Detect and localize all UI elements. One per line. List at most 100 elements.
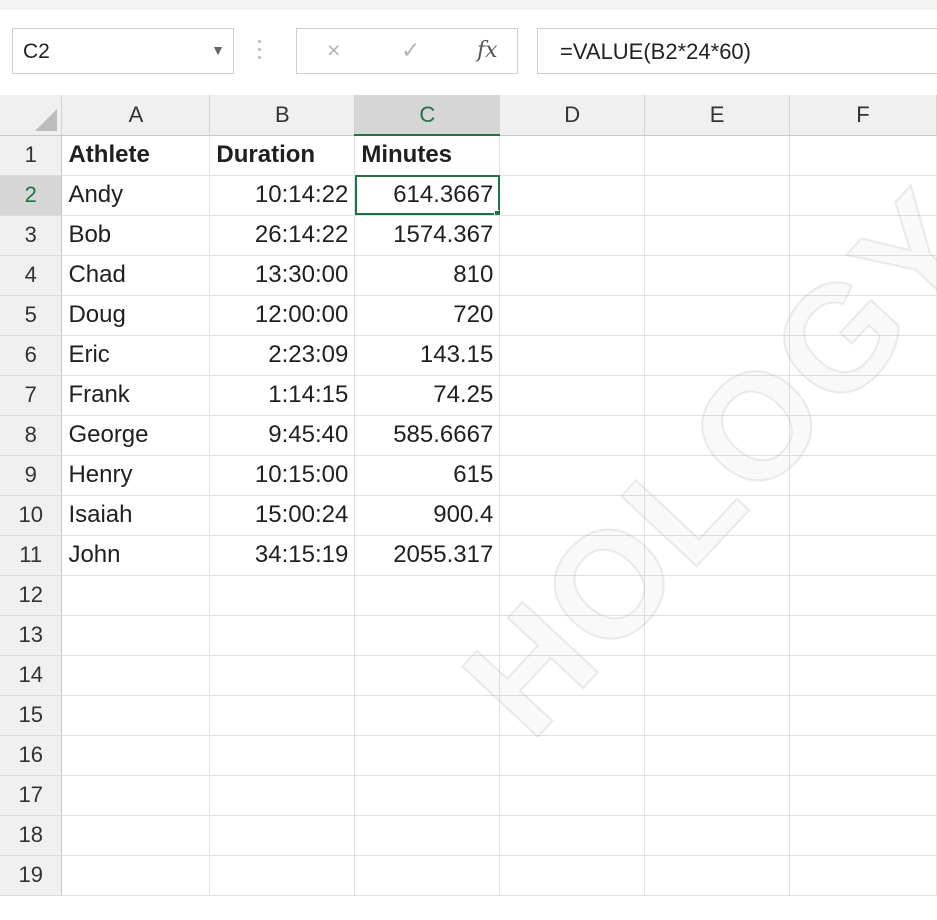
row-header[interactable]: 13 — [0, 615, 63, 656]
cell-a[interactable]: Frank — [61, 375, 211, 416]
cell-d[interactable] — [499, 775, 646, 816]
cell-d[interactable] — [499, 615, 646, 656]
cell-a[interactable] — [61, 615, 211, 656]
enter-icon[interactable]: ✓ — [401, 37, 420, 64]
cell-a[interactable] — [61, 695, 211, 736]
insert-function-icon[interactable]: fx — [477, 38, 498, 63]
cell-d[interactable] — [499, 255, 646, 296]
row-header[interactable]: 3 — [0, 215, 63, 256]
row-header[interactable]: 1 — [0, 135, 63, 176]
cell-b[interactable]: 9:45:40 — [209, 415, 356, 456]
row-header[interactable]: 9 — [0, 455, 63, 496]
cell-c[interactable]: 74.25 — [354, 375, 501, 416]
cell-f[interactable] — [789, 695, 937, 736]
cell-f[interactable] — [789, 655, 937, 696]
cell-a[interactable] — [61, 735, 211, 776]
cell-d[interactable] — [499, 495, 646, 536]
cell-b[interactable]: 26:14:22 — [209, 215, 356, 256]
cell-e[interactable] — [644, 295, 791, 336]
row-header[interactable]: 11 — [0, 535, 63, 576]
cell-d[interactable] — [499, 415, 646, 456]
formula-input[interactable]: =VALUE(B2*24*60) — [537, 28, 937, 74]
cell-d[interactable] — [499, 175, 646, 216]
column-header-f[interactable]: F — [789, 95, 937, 136]
row-header[interactable]: 14 — [0, 655, 63, 696]
cell-e[interactable] — [644, 215, 791, 256]
cell-e[interactable] — [644, 695, 791, 736]
cell-c[interactable]: 900.4 — [354, 495, 501, 536]
cell-d[interactable] — [499, 855, 646, 896]
cell-a[interactable] — [61, 575, 211, 616]
cell-f[interactable] — [789, 375, 937, 416]
select-all-button[interactable] — [0, 95, 63, 136]
cell-f[interactable] — [789, 535, 937, 576]
cell-f[interactable] — [789, 575, 937, 616]
cell-b[interactable] — [209, 575, 356, 616]
cell-f[interactable] — [789, 215, 937, 256]
row-header[interactable]: 4 — [0, 255, 63, 296]
cell-e[interactable] — [644, 535, 791, 576]
cell-a[interactable]: George — [61, 415, 211, 456]
cell-b[interactable] — [209, 655, 356, 696]
row-header[interactable]: 17 — [0, 775, 63, 816]
cell-f[interactable] — [789, 295, 937, 336]
cell-d[interactable] — [499, 655, 646, 696]
cell-c[interactable] — [354, 775, 501, 816]
cell-c[interactable]: 1574.367 — [354, 215, 501, 256]
row-header[interactable]: 15 — [0, 695, 63, 736]
cell-f[interactable] — [789, 175, 937, 216]
cell-c[interactable]: 585.6667 — [354, 415, 501, 456]
cell-d[interactable] — [499, 335, 646, 376]
row-header[interactable]: 10 — [0, 495, 63, 536]
cancel-icon[interactable]: × — [327, 37, 340, 64]
cell-a[interactable]: Chad — [61, 255, 211, 296]
cell-b[interactable]: 15:00:24 — [209, 495, 356, 536]
cell-e[interactable] — [644, 735, 791, 776]
cell-f[interactable] — [789, 855, 937, 896]
column-header-a[interactable]: A — [61, 95, 211, 136]
row-header[interactable]: 16 — [0, 735, 63, 776]
cell-b[interactable] — [209, 775, 356, 816]
cell-d[interactable] — [499, 815, 646, 856]
cell-a[interactable]: Bob — [61, 215, 211, 256]
cell-f[interactable] — [789, 455, 937, 496]
fill-handle[interactable] — [494, 209, 499, 214]
cell-c[interactable] — [354, 815, 501, 856]
cell-c[interactable]: 720 — [354, 295, 501, 336]
cell-a[interactable]: John — [61, 535, 211, 576]
cell-f[interactable] — [789, 255, 937, 296]
name-box[interactable]: C2 ▼ — [12, 28, 234, 74]
row-header[interactable]: 8 — [0, 415, 63, 456]
cell-e[interactable] — [644, 255, 791, 296]
row-header[interactable]: 5 — [0, 295, 63, 336]
active-cell[interactable]: 614.3667 — [354, 175, 501, 216]
cell-c[interactable] — [354, 735, 501, 776]
cell-a[interactable]: Eric — [61, 335, 211, 376]
cell-a[interactable]: Doug — [61, 295, 211, 336]
cell-d[interactable] — [499, 215, 646, 256]
cell-c[interactable]: Minutes — [354, 135, 501, 176]
cell-e[interactable] — [644, 775, 791, 816]
cell-f[interactable] — [789, 135, 937, 176]
cell-d[interactable] — [499, 695, 646, 736]
cell-d[interactable] — [499, 735, 646, 776]
cell-d[interactable] — [499, 135, 646, 176]
row-header[interactable]: 6 — [0, 335, 63, 376]
cell-c[interactable]: 615 — [354, 455, 501, 496]
row-header[interactable]: 12 — [0, 575, 63, 616]
cell-a[interactable]: Andy — [61, 175, 211, 216]
cell-a[interactable] — [61, 775, 211, 816]
column-header-b[interactable]: B — [209, 95, 356, 136]
row-header[interactable]: 19 — [0, 855, 63, 896]
cell-d[interactable] — [499, 575, 646, 616]
cell-a[interactable] — [61, 655, 211, 696]
cell-e[interactable] — [644, 575, 791, 616]
row-header[interactable]: 2 — [0, 175, 63, 216]
cell-f[interactable] — [789, 615, 937, 656]
cell-e[interactable] — [644, 615, 791, 656]
cell-e[interactable] — [644, 655, 791, 696]
cell-a[interactable] — [61, 815, 211, 856]
cell-d[interactable] — [499, 535, 646, 576]
cell-f[interactable] — [789, 495, 937, 536]
cell-b[interactable] — [209, 855, 356, 896]
